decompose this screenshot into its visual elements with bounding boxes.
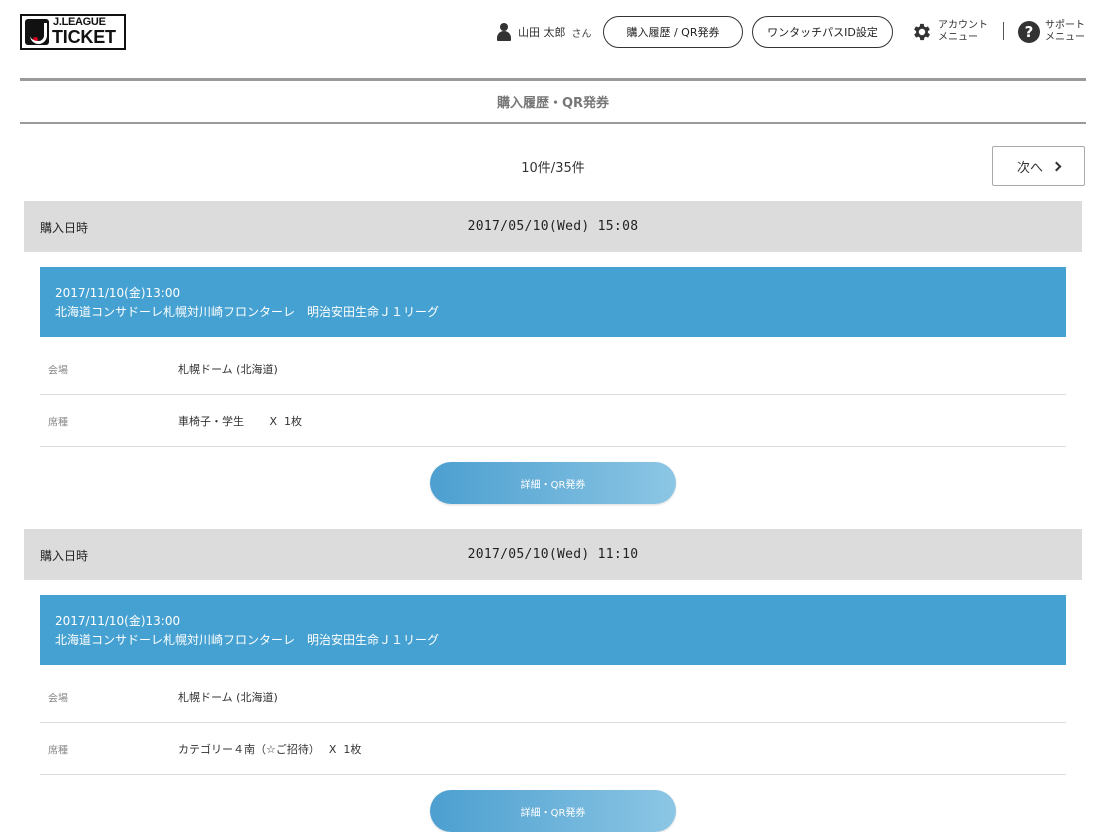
seat-value: カテゴリー４南（☆ご招待） X 1枚 <box>178 743 362 756</box>
result-count: 10件/35件 <box>521 161 585 176</box>
account-menu[interactable]: アカウント メニュー <box>911 20 988 44</box>
seat-label: 席種 <box>48 417 68 429</box>
seat-label: 席種 <box>48 745 68 757</box>
support-menu-label-1: サポート <box>1045 20 1085 31</box>
venue-value: 札幌ドーム (北海道) <box>178 691 278 704</box>
account-menu-label-1: アカウント <box>938 20 988 31</box>
support-menu[interactable]: ? サポート メニュー <box>1018 20 1085 44</box>
header: J.LEAGUE TICKET 山田 太郎 さん 購入履歴 / QR発券 ワンタ… <box>0 0 1106 66</box>
user-honorific: さん <box>571 28 592 40</box>
page-title: 購入履歴・QR発券 <box>496 96 610 111</box>
event-date: 2017/11/10(金)13:00 <box>55 286 181 300</box>
purchase-datetime: 2017/05/10(Wed) 11:10 <box>467 547 639 562</box>
detail-qr-button[interactable]: 詳細・QR発券 <box>430 790 676 832</box>
purchase-datetime: 2017/05/10(Wed) 15:08 <box>467 219 639 234</box>
user-icon <box>497 23 511 41</box>
menu-divider <box>1003 22 1004 40</box>
jleague-ticket-logo[interactable]: J.LEAGUE TICKET <box>20 14 126 50</box>
event-banner: 2017/11/10(金)13:00 北海道コンサドーレ札幌対川崎フロンターレ … <box>40 267 1066 337</box>
purchase-history-button[interactable]: 購入履歴 / QR発券 <box>603 16 743 48</box>
detail-qr-button[interactable]: 詳細・QR発券 <box>430 462 676 504</box>
gear-icon <box>911 21 933 43</box>
purchase-item: 購入日時 2017/05/10(Wed) 11:10 2017/11/10(金)… <box>24 529 1082 832</box>
venue-value: 札幌ドーム (北海道) <box>178 363 278 376</box>
event-name: 北海道コンサドーレ札幌対川崎フロンターレ 明治安田生命Ｊ１リーグ <box>55 633 440 647</box>
help-question-icon: ? <box>1018 21 1040 43</box>
event-name: 北海道コンサドーレ札幌対川崎フロンターレ 明治安田生命Ｊ１リーグ <box>55 305 440 319</box>
venue-row: 会場 札幌ドーム (北海道) <box>40 671 1066 723</box>
support-menu-label-2: メニュー <box>1045 32 1085 43</box>
page-title-bar: 購入履歴・QR発券 <box>20 78 1086 124</box>
next-page-label: 次へ <box>1016 160 1043 176</box>
seat-value: 車椅子・学生 X 1枚 <box>178 415 303 428</box>
chevron-right-icon <box>1051 161 1062 171</box>
jleague-emblem-icon <box>25 19 49 45</box>
seat-row: 席種 車椅子・学生 X 1枚 <box>40 395 1066 447</box>
user-name: 山田 太郎 <box>518 26 566 39</box>
onetouch-pass-settings-button[interactable]: ワンタッチパスID設定 <box>752 16 893 48</box>
venue-row: 会場 札幌ドーム (北海道) <box>40 343 1066 395</box>
venue-label: 会場 <box>48 365 68 377</box>
purchase-item: 購入日時 2017/05/10(Wed) 15:08 2017/11/10(金)… <box>24 201 1082 504</box>
next-page-button[interactable]: 次へ <box>992 146 1085 186</box>
user-info: 山田 太郎 さん <box>497 22 592 42</box>
purchase-header: 購入日時 2017/05/10(Wed) 11:10 <box>24 529 1082 580</box>
seat-row: 席種 カテゴリー４南（☆ご招待） X 1枚 <box>40 723 1066 775</box>
event-banner: 2017/11/10(金)13:00 北海道コンサドーレ札幌対川崎フロンターレ … <box>40 595 1066 665</box>
purchase-header: 購入日時 2017/05/10(Wed) 15:08 <box>24 201 1082 252</box>
venue-label: 会場 <box>48 693 68 705</box>
event-date: 2017/11/10(金)13:00 <box>55 614 181 628</box>
logo-text-bottom: TICKET <box>52 27 116 47</box>
account-menu-label-2: メニュー <box>938 32 978 43</box>
